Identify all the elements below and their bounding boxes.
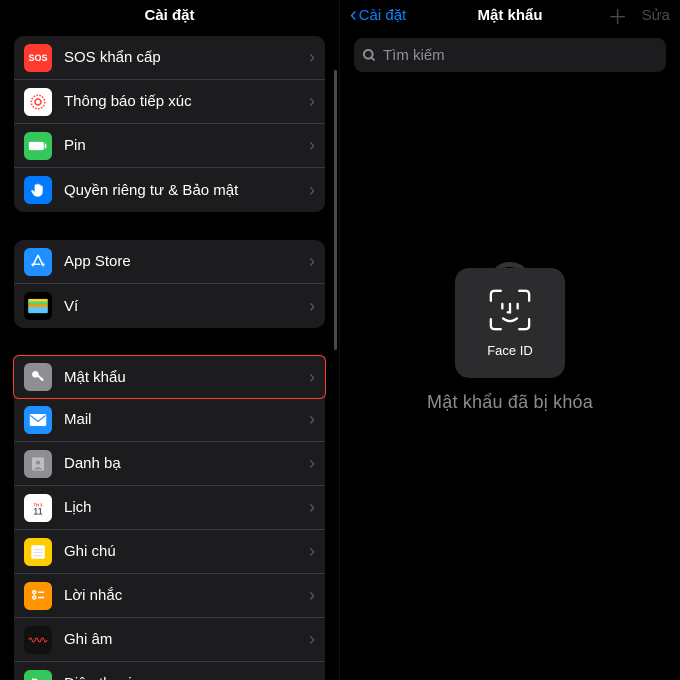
chevron-right-icon: ›: [309, 541, 315, 562]
row-label: Ghi chú: [64, 543, 309, 560]
row-passwords[interactable]: Mật khẩu›: [13, 355, 326, 399]
chevron-right-icon: ›: [309, 47, 315, 68]
mail-icon: [24, 406, 52, 434]
settings-title: Cài đặt: [0, 0, 339, 30]
row-label: Thông báo tiếp xúc: [64, 93, 309, 110]
row-label: Lời nhắc: [64, 587, 309, 604]
reminders-icon: [24, 582, 52, 610]
row-exposure[interactable]: Thông báo tiếp xúc›: [14, 80, 325, 124]
calendar-icon: TH 311: [24, 494, 52, 522]
chevron-right-icon: ›: [309, 629, 315, 650]
row-battery[interactable]: Pin›: [14, 124, 325, 168]
chevron-right-icon: ›: [309, 91, 315, 112]
locked-state: Face ID Mật khẩu đã bị khóa: [340, 0, 680, 680]
row-notes[interactable]: Ghi chú›: [14, 530, 325, 574]
battery-icon: [24, 132, 52, 160]
phone-icon: [24, 670, 52, 680]
row-mail[interactable]: Mail›: [14, 398, 325, 442]
row-label: Ví: [64, 298, 309, 315]
row-phone[interactable]: Điện thoại›: [14, 662, 325, 680]
row-wallet[interactable]: Ví›: [14, 284, 325, 328]
chevron-right-icon: ›: [309, 296, 315, 317]
chevron-right-icon: ›: [309, 251, 315, 272]
row-label: Mail: [64, 411, 309, 428]
settings-group: SOSSOS khẩn cấp›Thông báo tiếp xúc›Pin›Q…: [14, 36, 325, 212]
row-label: Lịch: [64, 499, 309, 516]
row-label: Pin: [64, 137, 309, 154]
row-contacts[interactable]: Danh bạ›: [14, 442, 325, 486]
chevron-right-icon: ›: [309, 180, 315, 201]
row-label: Điện thoại: [64, 675, 309, 680]
scrollbar[interactable]: [334, 70, 337, 350]
row-voicememo[interactable]: Ghi âm›: [14, 618, 325, 662]
row-label: App Store: [64, 253, 309, 270]
row-label: SOS khẩn cấp: [64, 49, 309, 66]
chevron-right-icon: ›: [309, 409, 315, 430]
chevron-right-icon: ›: [309, 453, 315, 474]
row-calendar[interactable]: TH 311 Lịch›: [14, 486, 325, 530]
passwords-icon: [24, 363, 52, 391]
settings-group: App Store›Ví›: [14, 240, 325, 328]
exposure-icon: [24, 88, 52, 116]
settings-group: Mật khẩu›Mail›Danh bạ›TH 311Lịch›Ghi chú…: [14, 355, 325, 680]
chevron-right-icon: ›: [309, 135, 315, 156]
chevron-right-icon: ›: [309, 585, 315, 606]
contacts-icon: [24, 450, 52, 478]
svg-text:11: 11: [33, 506, 43, 516]
faceid-icon: [487, 287, 533, 333]
sos-icon: SOS: [24, 44, 52, 72]
row-label: Danh bạ: [64, 455, 309, 472]
row-sos[interactable]: SOS SOS khẩn cấp›: [14, 36, 325, 80]
chevron-right-icon: ›: [309, 673, 315, 680]
row-label: Ghi âm: [64, 631, 309, 648]
row-appstore[interactable]: App Store›: [14, 240, 325, 284]
passwords-pane: ‹ Cài đặt Mật khẩu ＋ Sửa Tìm kiếm: [340, 0, 680, 680]
chevron-right-icon: ›: [309, 497, 315, 518]
chevron-right-icon: ›: [309, 367, 315, 388]
appstore-icon: [24, 248, 52, 276]
row-label: Quyền riêng tư & Bảo mật: [64, 182, 309, 199]
privacy-icon: [24, 176, 52, 204]
lock-icon: Face ID: [455, 268, 565, 378]
faceid-prompt[interactable]: Face ID: [455, 268, 565, 378]
row-label: Mật khẩu: [64, 369, 309, 386]
settings-scroll[interactable]: SOSSOS khẩn cấp›Thông báo tiếp xúc›Pin›Q…: [0, 30, 339, 680]
settings-pane: Cài đặt SOSSOS khẩn cấp›Thông báo tiếp x…: [0, 0, 340, 680]
notes-icon: [24, 538, 52, 566]
locked-text: Mật khẩu đã bị khóa: [427, 392, 593, 413]
wallet-icon: [24, 292, 52, 320]
voicememo-icon: [24, 626, 52, 654]
faceid-label: Face ID: [487, 343, 533, 358]
row-reminders[interactable]: Lời nhắc›: [14, 574, 325, 618]
row-privacy[interactable]: Quyền riêng tư & Bảo mật›: [14, 168, 325, 212]
